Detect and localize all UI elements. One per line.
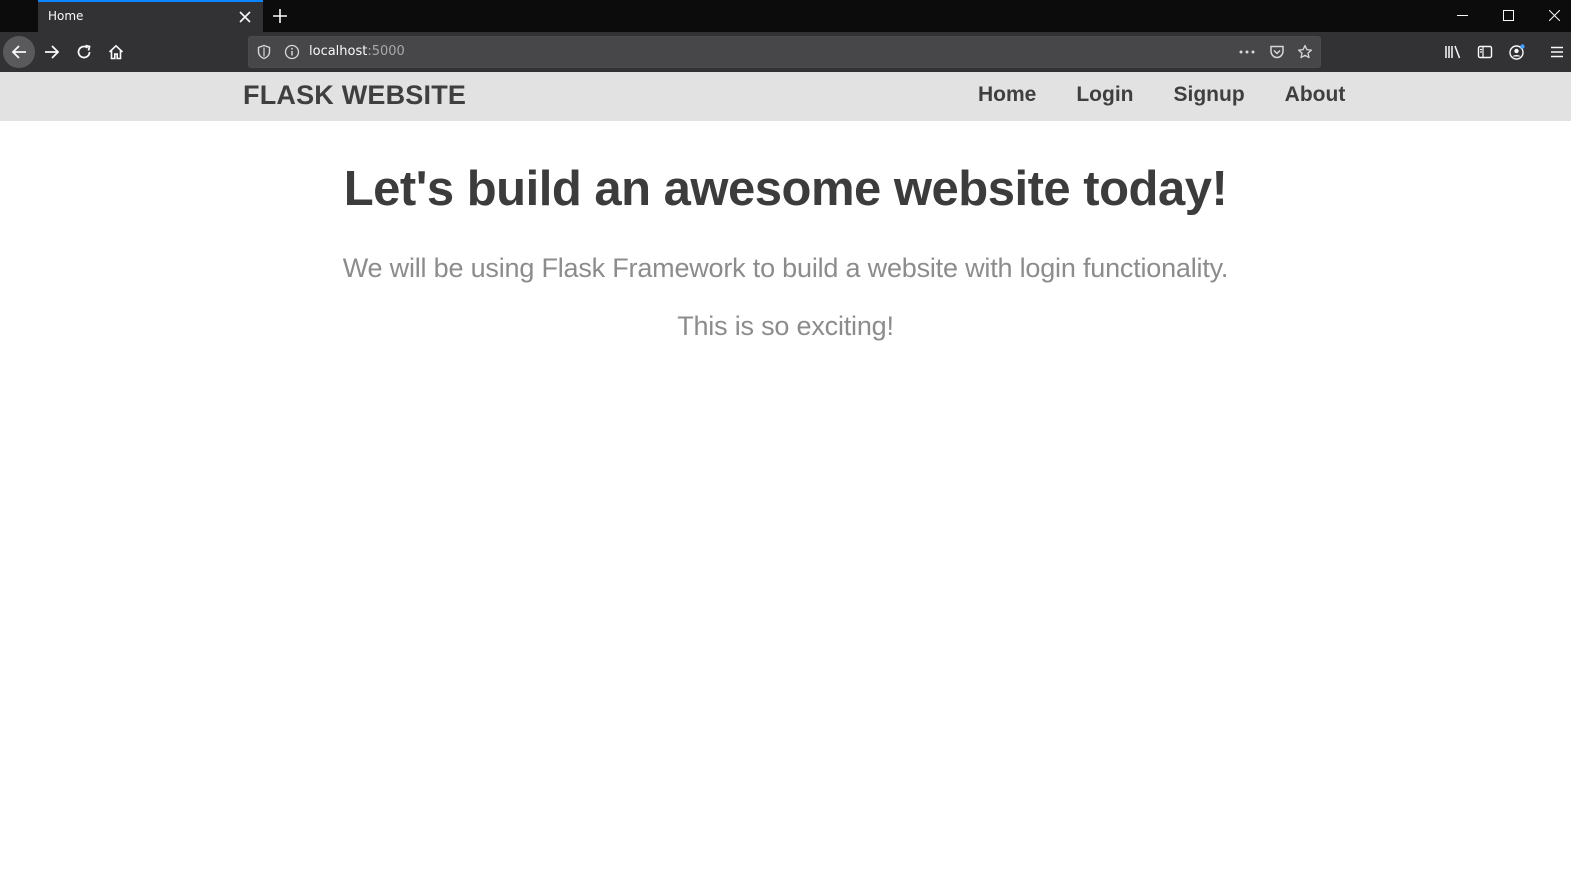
sidebar-icon: [1477, 44, 1493, 60]
nav-links: Home Login Signup About: [958, 72, 1365, 121]
account-button[interactable]: [1501, 36, 1533, 68]
nav-link-signup[interactable]: Signup: [1154, 83, 1265, 107]
nav-link-login[interactable]: Login: [1056, 83, 1153, 107]
library-button[interactable]: [1437, 36, 1469, 68]
forward-button[interactable]: [36, 36, 68, 68]
browser-tab-strip: Home: [0, 0, 1571, 32]
page-sub-text: This is so exciting!: [677, 311, 894, 341]
window-close-button[interactable]: [1531, 0, 1571, 30]
new-tab-button[interactable]: [269, 5, 291, 27]
browser-toolbar: localhost:5000: [0, 32, 1571, 72]
reload-button[interactable]: [68, 36, 100, 68]
hamburger-icon: [1549, 44, 1565, 60]
info-icon[interactable]: [284, 44, 300, 60]
close-icon: [1548, 9, 1560, 21]
address-bar[interactable]: localhost:5000: [248, 36, 1321, 68]
url-text[interactable]: localhost:5000: [309, 44, 405, 59]
url-port: :5000: [367, 44, 405, 59]
nav-link-about[interactable]: About: [1265, 83, 1366, 107]
back-button[interactable]: [3, 36, 35, 68]
star-icon[interactable]: [1297, 44, 1313, 60]
close-icon[interactable]: [237, 9, 253, 25]
browser-tab-active[interactable]: Home: [38, 0, 263, 32]
maximize-icon: [1502, 9, 1514, 21]
home-button[interactable]: [100, 36, 132, 68]
tab-title: Home: [48, 9, 84, 23]
home-icon: [108, 44, 124, 60]
shield-icon[interactable]: [256, 44, 272, 60]
arrow-left-icon: [11, 44, 27, 60]
pocket-icon[interactable]: [1269, 44, 1285, 60]
reload-icon: [76, 44, 92, 60]
library-icon: [1444, 44, 1462, 60]
arrow-right-icon: [44, 44, 60, 60]
site-navbar: FLASK WEBSITE Home Login Signup About: [0, 72, 1571, 121]
window-minimize-button[interactable]: [1439, 0, 1485, 30]
page-content: Let's build an awesome website today! We…: [0, 121, 1571, 342]
menu-button[interactable]: [1541, 36, 1571, 68]
account-icon: [1508, 43, 1526, 61]
sidebar-button[interactable]: [1469, 36, 1501, 68]
site-brand[interactable]: FLASK WEBSITE: [243, 80, 466, 111]
ellipsis-icon[interactable]: [1238, 44, 1256, 60]
page-lead-text: We will be using Flask Framework to buil…: [342, 253, 1229, 283]
window-maximize-button[interactable]: [1485, 0, 1531, 30]
minimize-icon: [1456, 10, 1468, 21]
url-host: localhost: [309, 44, 368, 59]
page-headline: Let's build an awesome website today!: [343, 162, 1228, 216]
nav-link-home[interactable]: Home: [958, 83, 1056, 107]
plus-icon: [273, 9, 287, 23]
